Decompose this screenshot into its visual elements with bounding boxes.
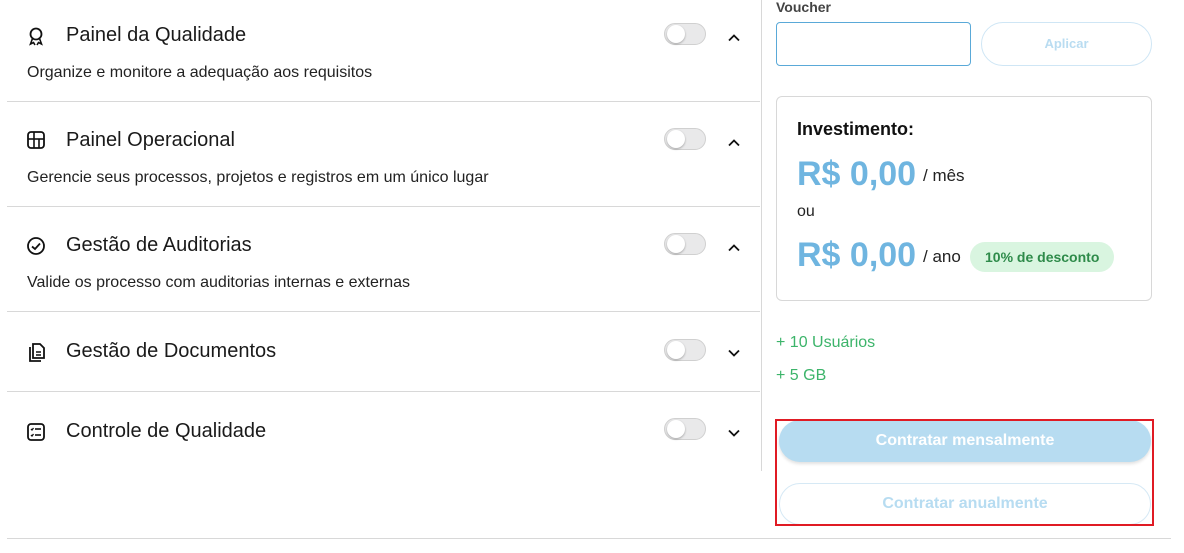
- module-description: Gerencie seus processos, projetos e regi…: [27, 169, 489, 186]
- module-title: Gestão de Documentos: [66, 340, 277, 362]
- documents-icon: [25, 341, 47, 363]
- check-circle-icon: [25, 235, 47, 257]
- module-controle-de-qualidade: Controle de Qualidade: [7, 392, 760, 472]
- bottom-divider: [7, 538, 1171, 539]
- award-ribbon-icon: [25, 25, 47, 47]
- chevron-up-icon[interactable]: [726, 30, 742, 46]
- investment-card: Investimento: R$ 0,00 / mês ou R$ 0,00 /…: [776, 96, 1152, 301]
- toggle-knob: [667, 25, 685, 43]
- module-toggle[interactable]: [664, 339, 706, 361]
- investment-title: Investimento:: [797, 119, 915, 139]
- module-toggle[interactable]: [664, 418, 706, 440]
- grid-dashboard-icon: [25, 129, 47, 151]
- module-gestao-de-auditorias: Gestão de Auditorias Valide os processo …: [7, 207, 760, 312]
- module-painel-da-qualidade: Painel da Qualidade Organize e monitore …: [7, 0, 760, 102]
- toggle-knob: [667, 130, 685, 148]
- monthly-price: R$ 0,00: [797, 155, 917, 193]
- checklist-icon: [25, 421, 47, 443]
- module-title: Painel da Qualidade: [66, 24, 247, 46]
- highlight-box: [775, 419, 1154, 526]
- module-toggle[interactable]: [664, 128, 706, 150]
- module-title: Controle de Qualidade: [66, 420, 267, 442]
- module-description: Valide os processo com auditorias intern…: [27, 274, 411, 291]
- voucher-input[interactable]: [776, 22, 971, 66]
- toggle-knob: [667, 420, 685, 438]
- chevron-down-icon[interactable]: [726, 345, 742, 361]
- or-label: ou: [797, 203, 815, 220]
- discount-badge: 10% de desconto: [970, 242, 1115, 272]
- yearly-price: R$ 0,00: [797, 236, 917, 274]
- toggle-knob: [667, 235, 685, 253]
- chevron-up-icon[interactable]: [726, 240, 742, 256]
- module-title: Gestão de Auditorias: [66, 234, 252, 256]
- monthly-suffix: / mês: [923, 166, 965, 185]
- module-gestao-de-documentos: Gestão de Documentos: [7, 312, 760, 392]
- yearly-suffix: / ano: [923, 247, 961, 266]
- chevron-up-icon[interactable]: [726, 135, 742, 151]
- module-description: Organize e monitore a adequação aos requ…: [27, 64, 373, 81]
- toggle-knob: [667, 341, 685, 359]
- extra-users: + 10 Usuários: [776, 334, 876, 351]
- module-toggle[interactable]: [664, 233, 706, 255]
- column-divider: [761, 0, 762, 471]
- voucher-label: Voucher: [776, 0, 831, 15]
- module-painel-operacional: Painel Operacional Gerencie seus process…: [7, 102, 760, 207]
- module-toggle[interactable]: [664, 23, 706, 45]
- chevron-down-icon[interactable]: [726, 425, 742, 441]
- extra-storage: + 5 GB: [776, 367, 827, 384]
- apply-voucher-button[interactable]: Aplicar: [981, 22, 1152, 66]
- modules-list: Painel da Qualidade Organize e monitore …: [7, 0, 760, 472]
- module-title: Painel Operacional: [66, 129, 235, 151]
